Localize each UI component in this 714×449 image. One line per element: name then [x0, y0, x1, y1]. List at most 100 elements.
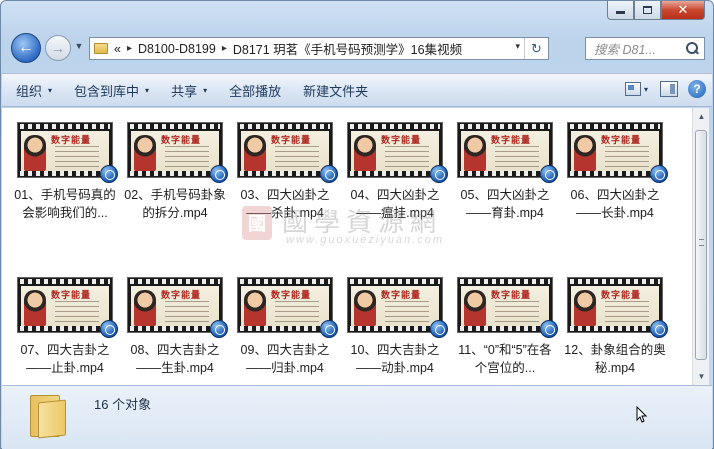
- film-strip-edge: [460, 171, 550, 176]
- thumbnail-text-lines: [165, 146, 209, 168]
- scroll-up-button[interactable]: ▲: [693, 108, 710, 125]
- search-icon[interactable]: [683, 40, 701, 58]
- file-item[interactable]: 数字能量 04、四大凶卦之——瘟挂.mp4: [340, 122, 450, 277]
- address-bar[interactable]: « ▸ D8100-D8199 ▸ D8171 玥茗《手机号码预测学》16集视频…: [89, 37, 549, 60]
- file-name[interactable]: 03、四大凶卦之——杀卦.mp4: [233, 186, 337, 222]
- file-grid: 数字能量 01、手机号码真的会影响我们的... 数字能量 02、手机号码卦象的拆分.m…: [10, 122, 670, 385]
- file-item[interactable]: 数字能量 03、四大凶卦之——杀卦.mp4: [230, 122, 340, 277]
- file-item[interactable]: 数字能量 08、四大吉卦之——生卦.mp4: [120, 277, 230, 385]
- help-icon[interactable]: ?: [688, 80, 706, 98]
- file-name[interactable]: 11、“0”和“5”在各个宫位的...: [453, 341, 557, 377]
- video-thumbnail[interactable]: 数字能量: [567, 122, 668, 183]
- presenter-image: [354, 135, 376, 171]
- file-item[interactable]: 数字能量 10、四大吉卦之——动卦.mp4: [340, 277, 450, 385]
- thumbnail-text-lines: [275, 146, 319, 168]
- file-name[interactable]: 12、卦象组合的奥秘.mp4: [563, 341, 667, 377]
- play-all-button[interactable]: 全部播放: [229, 81, 281, 100]
- video-thumbnail[interactable]: 数字能量: [127, 122, 228, 183]
- film-strip-edge: [350, 171, 440, 176]
- video-thumbnail[interactable]: 数字能量: [237, 122, 338, 183]
- folder-icon-large: [30, 395, 66, 439]
- vertical-scrollbar[interactable]: ▲ ▼: [692, 108, 709, 385]
- scroll-down-button[interactable]: ▼: [693, 368, 710, 385]
- grip-icon: [699, 239, 704, 246]
- thumbnail-frame: 数字能量: [21, 131, 109, 171]
- video-thumbnail[interactable]: 数字能量: [237, 277, 338, 338]
- maximize-button[interactable]: [634, 1, 661, 20]
- refresh-button[interactable]: ↻: [524, 38, 548, 59]
- video-thumbnail[interactable]: 数字能量: [127, 277, 228, 338]
- video-thumbnail[interactable]: 数字能量: [17, 122, 118, 183]
- thumbnail-title: 数字能量: [491, 136, 532, 146]
- share-menu[interactable]: 共享 ▾: [171, 81, 207, 100]
- scroll-thumb[interactable]: [695, 130, 707, 360]
- video-thumbnail[interactable]: 数字能量: [17, 277, 118, 338]
- file-name[interactable]: 07、四大吉卦之——止卦.mp4: [13, 341, 117, 377]
- file-item[interactable]: 数字能量 07、四大吉卦之——止卦.mp4: [10, 277, 120, 385]
- film-strip-edge: [460, 124, 550, 129]
- file-list-area[interactable]: 数字能量 01、手机号码真的会影响我们的... 数字能量 02、手机号码卦象的拆分.m…: [2, 108, 692, 385]
- film-strip-edge: [20, 171, 110, 176]
- breadcrumb-item-current[interactable]: D8171 玥茗《手机号码预测学》16集视频: [233, 39, 462, 58]
- file-name[interactable]: 08、四大吉卦之——生卦.mp4: [123, 341, 227, 377]
- video-thumbnail[interactable]: 数字能量: [457, 122, 558, 183]
- file-name[interactable]: 05、四大凶卦之——育卦.mp4: [453, 186, 557, 222]
- organize-menu[interactable]: 组织 ▾: [16, 81, 52, 100]
- file-name[interactable]: 04、四大凶卦之——瘟挂.mp4: [343, 186, 447, 222]
- thumbnail-title: 数字能量: [271, 136, 312, 146]
- file-name[interactable]: 01、手机号码真的会影响我们的...: [13, 186, 117, 222]
- change-view-icon[interactable]: [624, 82, 641, 96]
- thumbnail-frame: 数字能量: [241, 286, 329, 326]
- presenter-image: [24, 290, 46, 326]
- play-all-label: 全部播放: [229, 83, 282, 99]
- file-name[interactable]: 10、四大吉卦之——动卦.mp4: [343, 341, 447, 377]
- view-dropdown-icon[interactable]: ▾: [644, 85, 648, 94]
- file-item[interactable]: 数字能量 05、四大凶卦之——育卦.mp4: [450, 122, 560, 277]
- scroll-up-icon: ▲: [697, 112, 706, 121]
- video-thumbnail[interactable]: 数字能量: [347, 277, 448, 338]
- command-bar: 组织 ▾ 包含到库中 ▾ 共享 ▾ 全部播放 新建文件夹 ▾ ?: [2, 73, 712, 107]
- preview-pane-icon[interactable]: [660, 81, 678, 97]
- forward-arrow-icon: →: [51, 40, 65, 56]
- item-count: 16 个对象: [94, 397, 152, 412]
- film-strip-edge: [240, 279, 330, 284]
- file-item[interactable]: 数字能量 12、卦象组合的奥秘.mp4: [560, 277, 670, 385]
- file-item[interactable]: 数字能量 11、“0”和“5”在各个宫位的...: [450, 277, 560, 385]
- caption-buttons: ✕: [607, 1, 705, 20]
- thumbnail-title: 数字能量: [601, 291, 642, 301]
- caret-down-icon: ▾: [145, 85, 150, 95]
- presenter-image: [464, 290, 486, 326]
- file-item[interactable]: 数字能量 09、四大吉卦之——归卦.mp4: [230, 277, 340, 385]
- address-dropdown-icon[interactable]: ▾: [515, 41, 520, 52]
- video-thumbnail[interactable]: 数字能量: [567, 277, 668, 338]
- organize-label: 组织: [16, 83, 43, 99]
- video-thumbnail[interactable]: 数字能量: [457, 277, 558, 338]
- recent-pages-dropdown[interactable]: ▼: [73, 41, 85, 55]
- thumbnail-title: 数字能量: [51, 136, 92, 146]
- film-strip-edge: [130, 326, 220, 331]
- thumbnail-frame: 数字能量: [571, 286, 659, 326]
- back-button[interactable]: ←: [11, 33, 41, 63]
- include-in-library-menu[interactable]: 包含到库中 ▾: [74, 81, 149, 100]
- breadcrumb-item-parent[interactable]: D8100-D8199: [138, 42, 216, 56]
- thumbnail-title: 数字能量: [271, 291, 312, 301]
- video-thumbnail[interactable]: 数字能量: [347, 122, 448, 183]
- file-name[interactable]: 02、手机号码卦象的拆分.mp4: [123, 186, 227, 222]
- caret-down-icon: ▾: [203, 85, 208, 95]
- file-name[interactable]: 06、四大凶卦之——长卦.mp4: [563, 186, 667, 222]
- presenter-image: [574, 290, 596, 326]
- search-input[interactable]: 搜索 D81...: [585, 37, 705, 60]
- file-item[interactable]: 数字能量 06、四大凶卦之——长卦.mp4: [560, 122, 670, 277]
- breadcrumb-overflow[interactable]: «: [114, 42, 121, 56]
- share-label: 共享: [171, 83, 198, 99]
- new-folder-button[interactable]: 新建文件夹: [303, 81, 368, 100]
- file-item[interactable]: 数字能量 01、手机号码真的会影响我们的...: [10, 122, 120, 277]
- file-item[interactable]: 数字能量 02、手机号码卦象的拆分.mp4: [120, 122, 230, 277]
- minimize-button[interactable]: [607, 1, 634, 20]
- file-name[interactable]: 09、四大吉卦之——归卦.mp4: [233, 341, 337, 377]
- thumbnail-frame: 数字能量: [131, 131, 219, 171]
- thumbnail-text-lines: [275, 301, 319, 323]
- breadcrumb-separator[interactable]: ▸: [222, 43, 227, 54]
- forward-button[interactable]: →: [45, 35, 71, 61]
- close-button[interactable]: ✕: [661, 1, 705, 20]
